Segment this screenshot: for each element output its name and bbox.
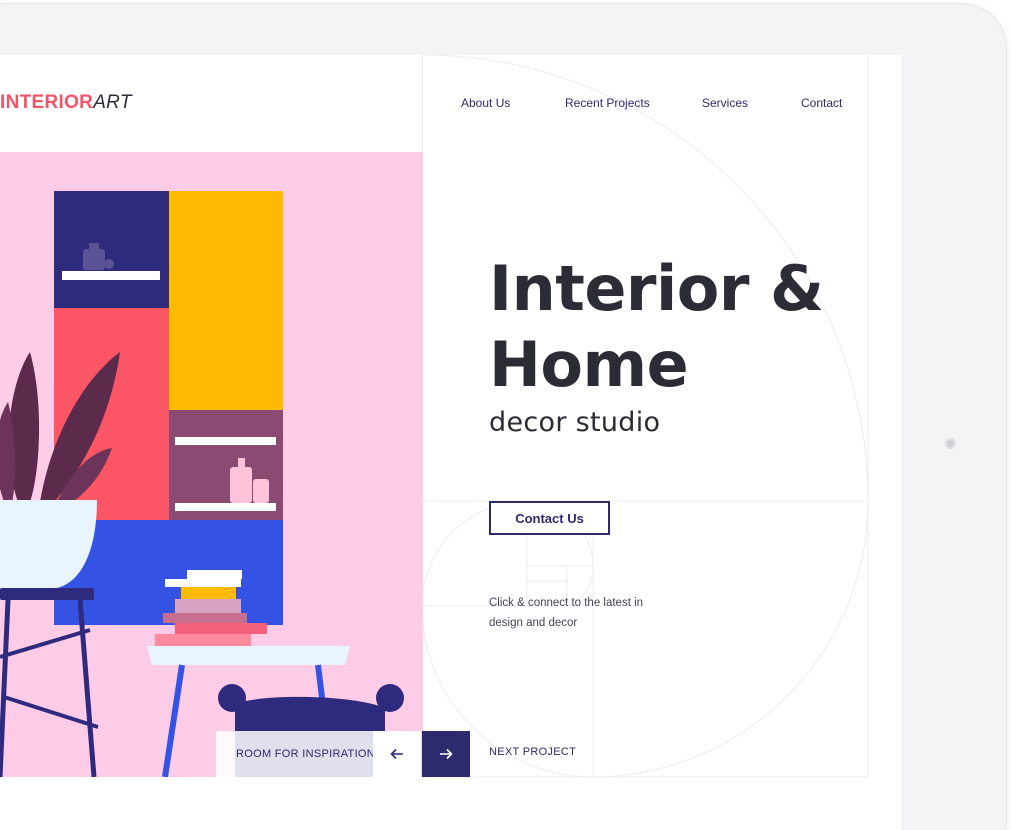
- brand-logo-primary: INTERIOR: [0, 92, 94, 113]
- nav-recent-projects[interactable]: Recent Projects: [565, 96, 650, 110]
- brand-logo-secondary: ART: [93, 92, 132, 113]
- hero-subtitle: decor studio: [489, 407, 661, 438]
- hero-title-line1: Interior &: [489, 252, 824, 325]
- brand-logo[interactable]: INTERIORART: [0, 92, 132, 114]
- book-stack: [155, 634, 251, 646]
- shelf-jar: [83, 249, 105, 270]
- shelf-vase-short: [253, 479, 269, 503]
- nav-about-us[interactable]: About Us: [461, 96, 510, 110]
- shelf-vase-tall: [230, 467, 252, 503]
- shelf-middle: [175, 437, 276, 445]
- stool-seat: [0, 588, 94, 600]
- previous-project-button[interactable]: [373, 731, 421, 777]
- arrow-right-icon: [440, 748, 453, 760]
- wall-block-yellow: [169, 191, 283, 410]
- nav-contact[interactable]: Contact: [801, 96, 842, 110]
- arrow-left-icon: [390, 748, 403, 760]
- hero-title-line2: Home: [489, 328, 689, 401]
- website-screen: INTERIORART About Us Recent Projects Ser…: [0, 55, 903, 830]
- hero-description: Click & connect to the latest in design …: [489, 593, 689, 633]
- shelf-bottom: [175, 503, 276, 511]
- contact-us-button[interactable]: Contact Us: [489, 501, 610, 535]
- room-for-inspiration-label: ROOM FOR INSPIRATION: [216, 731, 375, 777]
- nav-services[interactable]: Services: [702, 96, 748, 110]
- hero-title: Interior & Home: [489, 251, 824, 403]
- next-project-link[interactable]: NEXT PROJECT: [489, 746, 576, 758]
- side-table: [147, 646, 350, 665]
- next-project-button[interactable]: [422, 731, 470, 777]
- shelf-top: [62, 271, 160, 280]
- interior-illustration: [0, 152, 423, 777]
- tablet-camera: [945, 438, 956, 449]
- hero-description-line2: design and decor: [489, 617, 578, 629]
- hero-description-line1: Click & connect to the latest in: [489, 597, 644, 609]
- wall-block-navy: [54, 191, 169, 308]
